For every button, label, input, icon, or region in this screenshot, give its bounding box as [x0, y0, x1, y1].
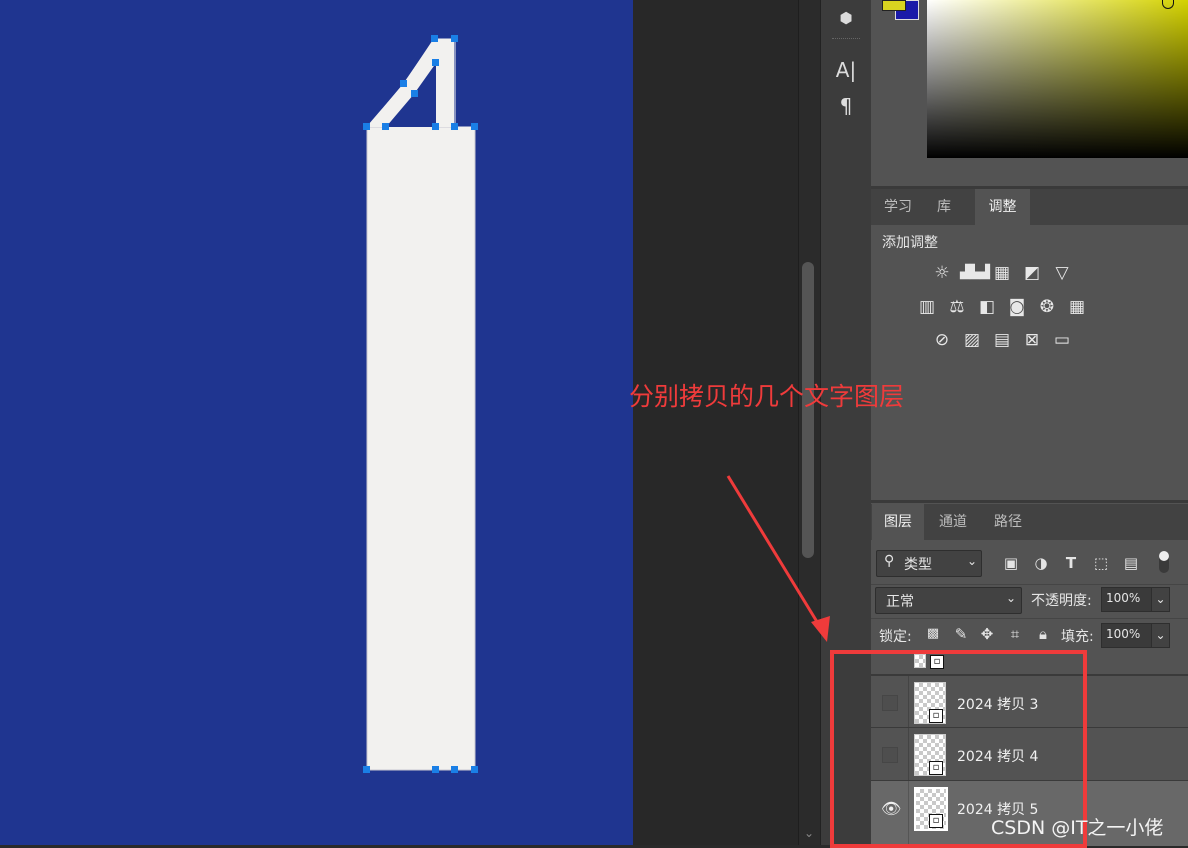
path-anchor[interactable]	[471, 123, 478, 130]
vibrance-icon[interactable]: ▽	[1050, 262, 1074, 284]
opacity-label: 不透明度:	[1031, 593, 1092, 609]
row-divider	[871, 618, 1188, 619]
3d-cube-icon[interactable]: ⬢	[832, 4, 860, 32]
path-anchor[interactable]	[432, 59, 439, 66]
path-anchor[interactable]	[411, 90, 418, 97]
tab-layers[interactable]: 图层	[872, 504, 924, 540]
brightness-icon[interactable]: ☼	[930, 262, 954, 284]
path-anchor[interactable]	[451, 123, 458, 130]
selective-color-icon[interactable]: ⊠	[1020, 329, 1044, 351]
opacity-value: 100%	[1106, 591, 1141, 605]
filter-toggle[interactable]	[1159, 551, 1169, 573]
filter-shape-icon[interactable]: ⬚	[1090, 552, 1112, 574]
path-anchor[interactable]	[471, 766, 478, 773]
annotation-arrow	[726, 475, 830, 642]
tool-divider	[832, 38, 860, 41]
black-white-icon[interactable]: ◧	[975, 296, 999, 318]
character-panel-icon[interactable]: A|	[832, 56, 860, 84]
watermark: CSDN @IT之一小佬	[991, 817, 1164, 839]
foreground-color-swatch[interactable]	[882, 0, 906, 11]
path-anchor[interactable]	[451, 766, 458, 773]
fill-value: 100%	[1106, 627, 1141, 641]
exposure-icon[interactable]: ◩	[1020, 262, 1044, 284]
path-anchor[interactable]	[363, 766, 370, 773]
color-lookup-icon[interactable]: ▦	[1065, 296, 1089, 318]
photo-filter-icon[interactable]: ◙	[1005, 296, 1029, 318]
scroll-down-icon[interactable]: ⌄	[802, 826, 816, 840]
invert-icon[interactable]: ⊘	[930, 329, 954, 351]
layer-filter-label: 类型	[904, 557, 932, 573]
lock-label: 锁定:	[879, 629, 912, 645]
lock-position-icon[interactable]: ✥	[976, 623, 998, 645]
path-anchor[interactable]	[431, 35, 438, 42]
hue-saturation-icon[interactable]: ▥	[915, 296, 939, 318]
lock-all-icon[interactable]: 🔒︎	[1032, 623, 1054, 645]
row-divider	[871, 584, 1188, 585]
path-anchor[interactable]	[363, 123, 370, 130]
lock-artboard-icon[interactable]: ⌗	[1004, 623, 1026, 645]
search-icon: ⚲	[884, 553, 895, 569]
color-balance-icon[interactable]: ⚖	[945, 296, 969, 318]
filter-type-icon[interactable]: T	[1060, 552, 1082, 574]
tab-adjustments[interactable]: 调整	[975, 189, 1030, 225]
curves-icon[interactable]: ▦	[990, 262, 1014, 284]
tab-learn[interactable]: 学习	[875, 189, 921, 225]
levels-icon[interactable]: ▟▙▟	[960, 262, 990, 284]
filter-pixel-icon[interactable]: ▣	[1000, 552, 1022, 574]
adjustments-heading: 添加调整	[882, 235, 938, 251]
gradient-map-icon[interactable]: ▭	[1050, 329, 1074, 351]
filter-smart-object-icon[interactable]: ▤	[1120, 552, 1142, 574]
layer-filter-select[interactable]: ⚲ 类型 ⌄	[876, 550, 982, 577]
path-anchor[interactable]	[432, 766, 439, 773]
blend-mode-value: 正常	[886, 594, 914, 610]
path-anchor[interactable]	[400, 80, 407, 87]
tab-channels[interactable]: 通道	[927, 504, 979, 540]
chevron-down-icon: ⌄	[967, 554, 978, 568]
path-anchor[interactable]	[432, 123, 439, 130]
fill-input[interactable]: 100%	[1101, 623, 1153, 648]
posterize-icon[interactable]: ▨	[960, 329, 984, 351]
path-anchor[interactable]	[451, 35, 458, 42]
blend-mode-select[interactable]: 正常 ⌄	[875, 587, 1022, 614]
tab-paths[interactable]: 路径	[982, 504, 1034, 540]
fill-label: 填充:	[1061, 629, 1094, 645]
panel-divider	[871, 500, 1188, 503]
path-anchor[interactable]	[382, 123, 389, 130]
opacity-input[interactable]: 100%	[1101, 587, 1153, 612]
lock-transparency-icon[interactable]: ▩	[922, 623, 944, 645]
lock-image-pixels-icon[interactable]: ✎	[950, 623, 972, 645]
document-canvas[interactable]	[0, 0, 633, 845]
channel-mixer-icon[interactable]: ❂	[1035, 296, 1059, 318]
annotation-label: 分别拷贝的几个文字图层	[629, 382, 905, 411]
fill-dropdown-icon[interactable]: ⌄	[1151, 623, 1170, 648]
threshold-icon[interactable]: ▤	[990, 329, 1014, 351]
chevron-down-icon: ⌄	[1006, 591, 1017, 605]
tab-libraries[interactable]: 库	[924, 189, 964, 225]
color-field[interactable]	[927, 0, 1188, 158]
opacity-dropdown-icon[interactable]: ⌄	[1151, 587, 1170, 612]
filter-adjustment-icon[interactable]: ◑	[1030, 552, 1052, 574]
text-shape-one[interactable]	[0, 0, 633, 845]
paragraph-panel-icon[interactable]: ¶	[832, 92, 860, 120]
pasteboard	[633, 0, 798, 845]
